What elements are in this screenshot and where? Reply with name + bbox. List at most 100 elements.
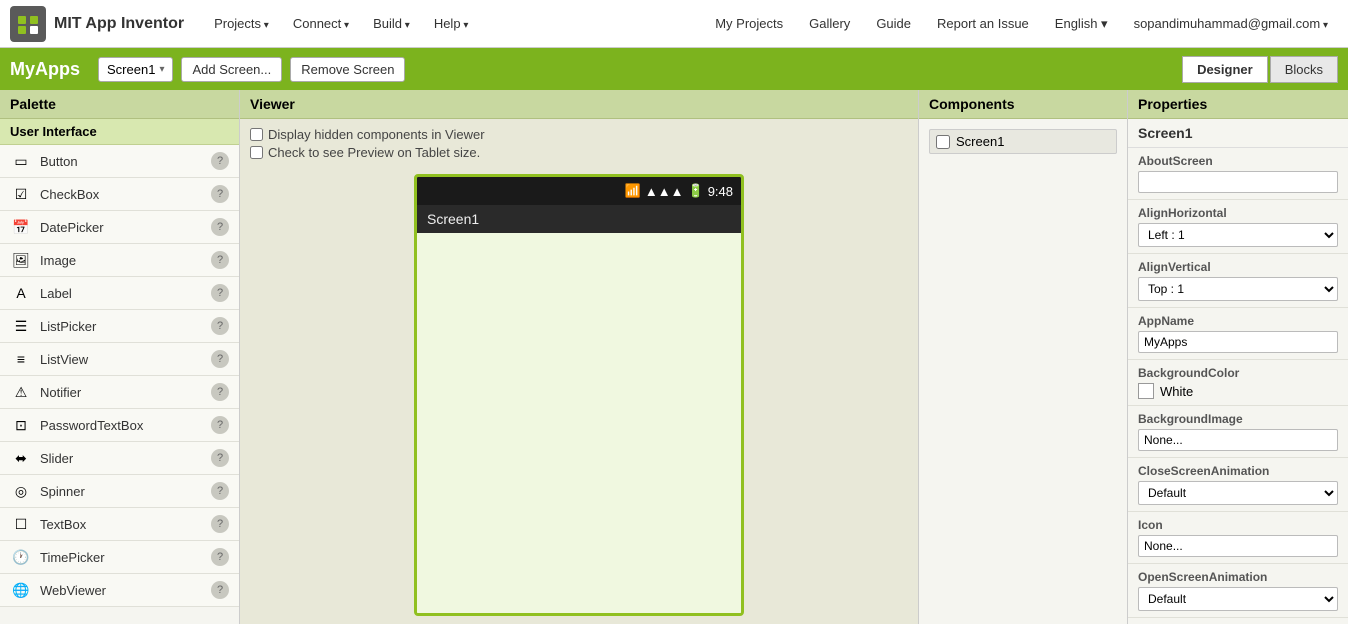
palette-item-help-slider[interactable]: ? xyxy=(211,449,229,467)
palette-item-label-listpicker: ListPicker xyxy=(40,319,211,334)
palette-item-label[interactable]: A Label? xyxy=(0,277,239,310)
palette-item-spinner[interactable]: ◎ Spinner? xyxy=(0,475,239,508)
prop-select-openscreenanimation[interactable]: Default xyxy=(1138,587,1338,611)
palette-item-help-spinner[interactable]: ? xyxy=(211,482,229,500)
viewer-header: Viewer xyxy=(240,90,918,119)
prop-input-backgroundimage[interactable] xyxy=(1138,429,1338,451)
palette-item-label-label: Label xyxy=(40,286,211,301)
prop-label-backgroundimage: BackgroundImage xyxy=(1138,412,1338,426)
palette-item-icon-spinner: ◎ xyxy=(10,480,32,502)
nav-links: Projects Connect Build Help xyxy=(204,10,705,37)
designer-button[interactable]: Designer xyxy=(1182,56,1268,83)
app-title: MIT App Inventor xyxy=(54,15,184,33)
palette-item-label-listview: ListView xyxy=(40,352,211,367)
prop-group-backgroundcolor: BackgroundColor White xyxy=(1128,360,1348,406)
palette-item-icon-image: 🖼 xyxy=(10,249,32,271)
prop-select-alignvertical[interactable]: Top : 1 xyxy=(1138,277,1338,301)
nav-guide[interactable]: Guide xyxy=(866,10,921,37)
prop-group-alignvertical: AlignVertical Top : 1 xyxy=(1128,254,1348,308)
palette-item-checkbox[interactable]: ☑CheckBox? xyxy=(0,178,239,211)
palette-item-icon-listpicker: ☰ xyxy=(10,315,32,337)
properties-body: AboutScreenAlignHorizontalLeft : 1AlignV… xyxy=(1128,148,1348,618)
clock: 9:48 xyxy=(708,184,733,199)
palette-item-label-checkbox: CheckBox xyxy=(40,187,211,202)
screen-dropdown[interactable]: Screen1 xyxy=(98,57,173,82)
palette-item-listview[interactable]: ≡ ListView? xyxy=(0,343,239,376)
palette-item-listpicker[interactable]: ☰ ListPicker? xyxy=(0,310,239,343)
palette-item-webviewer[interactable]: 🌐WebViewer? xyxy=(0,574,239,607)
palette-item-help-notifier[interactable]: ? xyxy=(211,383,229,401)
phone-content xyxy=(417,233,741,613)
palette-item-icon-label: A xyxy=(10,282,32,304)
phone-container: 📶 ▲▲▲ 🔋 9:48 Screen1 xyxy=(240,164,918,624)
prop-input-appname[interactable] xyxy=(1138,331,1338,353)
component-screen1[interactable]: Screen1 xyxy=(929,129,1117,154)
view-toggle: Designer Blocks xyxy=(1182,56,1338,83)
prop-select-alignhorizontal[interactable]: Left : 1 xyxy=(1138,223,1338,247)
palette-item-timepicker[interactable]: 🕐TimePicker? xyxy=(0,541,239,574)
prop-label-backgroundcolor: BackgroundColor xyxy=(1138,366,1338,380)
palette-item-help-checkbox[interactable]: ? xyxy=(211,185,229,203)
nav-connect[interactable]: Connect xyxy=(283,10,359,37)
palette-item-help-label[interactable]: ? xyxy=(211,284,229,302)
palette-item-icon-listview: ≡ xyxy=(10,348,32,370)
app-logo-icon xyxy=(10,6,46,42)
add-screen-button[interactable]: Add Screen... xyxy=(181,57,282,82)
nav-build[interactable]: Build xyxy=(363,10,420,37)
palette-item-label-timepicker: TimePicker xyxy=(40,550,211,565)
palette-item-image[interactable]: 🖼 Image? xyxy=(0,244,239,277)
prop-input-aboutscreen[interactable] xyxy=(1138,171,1338,193)
components-header: Components xyxy=(919,90,1127,119)
palette-item-help-image[interactable]: ? xyxy=(211,251,229,269)
palette-item-help-button[interactable]: ? xyxy=(211,152,229,170)
prop-label-alignvertical: AlignVertical xyxy=(1138,260,1338,274)
component-screen1-checkbox[interactable] xyxy=(936,135,950,149)
palette-item-slider[interactable]: ⬌Slider? xyxy=(0,442,239,475)
palette-item-passwordtextbox[interactable]: ⊡PasswordTextBox? xyxy=(0,409,239,442)
nav-gallery[interactable]: Gallery xyxy=(799,10,860,37)
nav-report-issue[interactable]: Report an Issue xyxy=(927,10,1039,37)
prop-input-icon[interactable] xyxy=(1138,535,1338,557)
remove-screen-button[interactable]: Remove Screen xyxy=(290,57,405,82)
tablet-preview-checkbox[interactable]: Check to see Preview on Tablet size. xyxy=(250,145,908,160)
palette-item-label-image: Image xyxy=(40,253,211,268)
nav-english[interactable]: English ▾ xyxy=(1045,10,1118,38)
prop-group-icon: Icon xyxy=(1128,512,1348,564)
palette-item-help-timepicker[interactable]: ? xyxy=(211,548,229,566)
palette-item-help-datepicker[interactable]: ? xyxy=(211,218,229,236)
palette-items: ▭Button?☑CheckBox?📅DatePicker? 🖼 Image? A La… xyxy=(0,145,239,607)
palette-item-help-listview[interactable]: ? xyxy=(211,350,229,368)
prop-group-aboutscreen: AboutScreen xyxy=(1128,148,1348,200)
nav-help[interactable]: Help xyxy=(424,10,479,37)
palette-item-textbox[interactable]: ☐TextBox? xyxy=(0,508,239,541)
palette-item-notifier[interactable]: ⚠Notifier? xyxy=(0,376,239,409)
nav-projects[interactable]: Projects xyxy=(204,10,279,37)
battery-icon: 🔋 xyxy=(688,183,704,199)
prop-group-appname: AppName xyxy=(1128,308,1348,360)
palette-item-label-notifier: Notifier xyxy=(40,385,211,400)
palette-item-datepicker[interactable]: 📅DatePicker? xyxy=(0,211,239,244)
app-logo: MIT App Inventor xyxy=(10,6,184,42)
palette-item-label-datepicker: DatePicker xyxy=(40,220,211,235)
palette-item-icon-webviewer: 🌐 xyxy=(10,579,32,601)
palette-item-label-textbox: TextBox xyxy=(40,517,211,532)
palette-item-icon-slider: ⬌ xyxy=(10,447,32,469)
blocks-button[interactable]: Blocks xyxy=(1270,56,1338,83)
palette-item-label-spinner: Spinner xyxy=(40,484,211,499)
palette-item-help-listpicker[interactable]: ? xyxy=(211,317,229,335)
nav-my-projects[interactable]: My Projects xyxy=(705,10,793,37)
prop-select-closescreenanimation[interactable]: Default xyxy=(1138,481,1338,505)
prop-group-openscreenanimation: OpenScreenAnimation Default xyxy=(1128,564,1348,618)
prop-color-row-backgroundcolor: White xyxy=(1138,383,1338,399)
prop-label-aboutscreen: AboutScreen xyxy=(1138,154,1338,168)
nav-right: My Projects Gallery Guide Report an Issu… xyxy=(705,10,1338,38)
palette-item-help-textbox[interactable]: ? xyxy=(211,515,229,533)
palette-item-button[interactable]: ▭Button? xyxy=(0,145,239,178)
palette-item-icon-passwordtextbox: ⊡ xyxy=(10,414,32,436)
prop-label-openscreenanimation: OpenScreenAnimation xyxy=(1138,570,1338,584)
hidden-components-checkbox[interactable]: Display hidden components in Viewer xyxy=(250,127,908,142)
palette-item-help-webviewer[interactable]: ? xyxy=(211,581,229,599)
nav-user-email[interactable]: sopandimuhammad@gmail.com xyxy=(1124,10,1338,37)
prop-color-swatch-backgroundcolor[interactable] xyxy=(1138,383,1154,399)
palette-item-help-passwordtextbox[interactable]: ? xyxy=(211,416,229,434)
